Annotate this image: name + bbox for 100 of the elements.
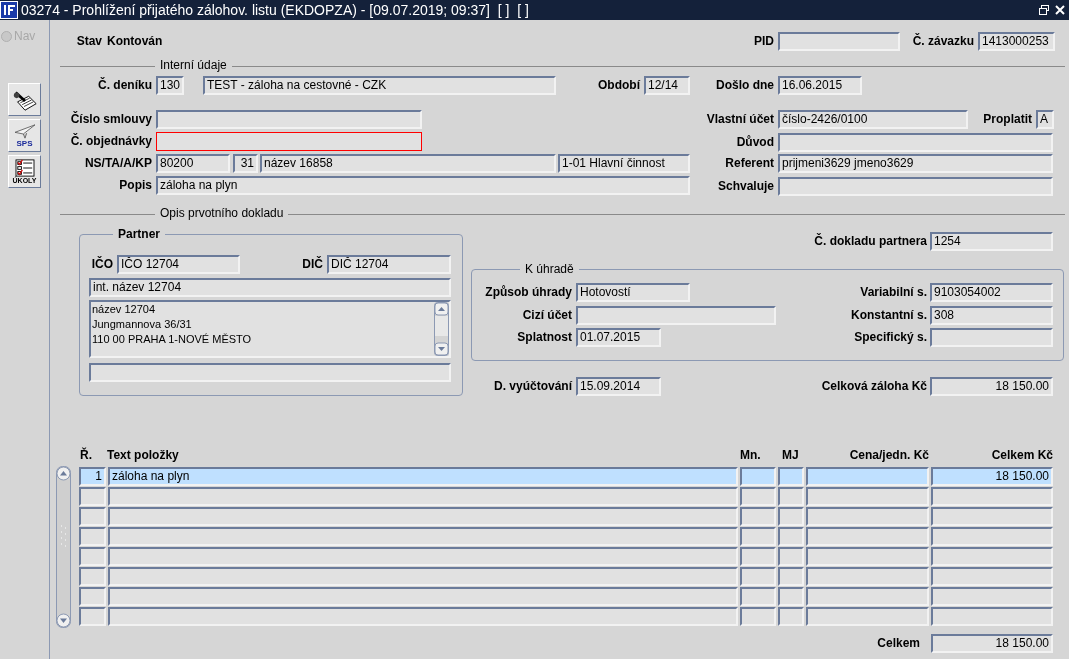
input-field[interactable] — [778, 32, 900, 51]
table-cell[interactable] — [108, 527, 738, 546]
table-cell[interactable] — [806, 467, 929, 486]
input-field[interactable] — [576, 306, 776, 325]
table-cell[interactable] — [931, 607, 1053, 626]
input-field[interactable]: číslo-2426/0100 — [778, 110, 968, 129]
input-field[interactable] — [778, 133, 1053, 152]
input-field[interactable]: 9103054002 — [930, 283, 1053, 302]
table-cell[interactable] — [778, 527, 804, 546]
input-field[interactable]: DIČ 12704 — [327, 255, 451, 274]
table-cell[interactable] — [740, 567, 776, 586]
input-field[interactable]: název 16858 — [260, 154, 556, 173]
table-cell[interactable] — [79, 587, 106, 606]
field-label: Došlo dne — [716, 77, 774, 94]
table-cell[interactable] — [778, 547, 804, 566]
input-field[interactable]: prijmeni3629 jmeno3629 — [778, 154, 1053, 173]
table-cell[interactable] — [740, 587, 776, 606]
table-cell[interactable] — [108, 567, 738, 586]
input-field[interactable]: 12/14 — [644, 76, 690, 95]
table-cell[interactable] — [806, 507, 929, 526]
address-field[interactable]: název 12704 Jungmannova 36/31 110 00 PRAHA 1-NOVÉ MĚSTO — [89, 300, 451, 358]
input-field[interactable] — [89, 363, 451, 382]
table-cell[interactable] — [931, 487, 1053, 506]
restore-icon[interactable] — [1038, 4, 1050, 16]
table-cell[interactable] — [740, 527, 776, 546]
table-cell[interactable] — [806, 487, 929, 506]
table-cell[interactable] — [806, 527, 929, 546]
table-cell[interactable] — [79, 547, 106, 566]
input-field[interactable]: 80200 — [156, 154, 230, 173]
table-cell[interactable] — [806, 587, 929, 606]
input-field[interactable]: 16.06.2015 — [778, 76, 862, 95]
input-field[interactable] — [156, 132, 422, 151]
table-cell[interactable] — [108, 587, 738, 606]
table-cell[interactable] — [931, 547, 1053, 566]
input-field[interactable]: 1254 — [930, 232, 1053, 251]
table-cell[interactable] — [740, 547, 776, 566]
table-cell[interactable] — [931, 587, 1053, 606]
field-label: Vlastní účet — [706, 111, 774, 128]
input-field[interactable]: 15.09.2014 — [576, 377, 661, 396]
table-cell[interactable] — [79, 607, 106, 626]
table-cell[interactable] — [108, 487, 738, 506]
close-icon[interactable] — [1054, 4, 1066, 16]
column-header: Text položky — [107, 447, 179, 463]
table-cell[interactable] — [79, 507, 106, 526]
scrollbar[interactable] — [56, 466, 71, 628]
input-field[interactable]: 1-01 Hlavní činnost — [558, 154, 690, 173]
input-field[interactable]: Hotovostí — [576, 283, 690, 302]
input-field[interactable]: 308 — [930, 306, 1053, 325]
table-cell[interactable]: záloha na plyn — [108, 467, 738, 486]
table-cell[interactable]: 1 — [79, 467, 106, 486]
input-field[interactable]: TEST - záloha na cestovné - CZK — [203, 76, 556, 95]
table-cell[interactable] — [740, 467, 776, 486]
table-cell[interactable] — [806, 607, 929, 626]
table-cell[interactable] — [108, 507, 738, 526]
table-cell[interactable] — [778, 587, 804, 606]
table-cell[interactable] — [740, 607, 776, 626]
table-cell[interactable] — [778, 467, 804, 486]
input-field[interactable]: IČO 12704 — [117, 255, 240, 274]
sps-button[interactable]: SPS — [8, 119, 41, 152]
input-field[interactable] — [156, 110, 422, 129]
table-cell[interactable] — [740, 487, 776, 506]
input-field[interactable]: záloha na plyn — [156, 176, 690, 195]
table-cell[interactable] — [806, 547, 929, 566]
section-title: Opis prvotního dokladu — [155, 206, 289, 220]
table-cell[interactable] — [740, 507, 776, 526]
column-header: Celkem Kč — [991, 447, 1053, 463]
status-value: Kontován — [107, 33, 163, 50]
scrollbar[interactable] — [434, 302, 449, 356]
table-cell[interactable] — [931, 527, 1053, 546]
table-cell[interactable] — [806, 567, 929, 586]
table-cell[interactable] — [778, 567, 804, 586]
table-cell[interactable] — [79, 567, 106, 586]
field-label: Stav — [76, 33, 102, 50]
field-label: Celková záloha Kč — [821, 378, 927, 395]
field-label: Schvaluje — [717, 178, 774, 195]
input-field[interactable] — [778, 177, 1053, 196]
input-field[interactable]: 31 — [233, 154, 258, 173]
table-cell[interactable] — [108, 607, 738, 626]
table-cell[interactable] — [931, 567, 1053, 586]
field-label: NS/TA/A/KP — [84, 155, 152, 172]
table-cell[interactable] — [778, 507, 804, 526]
input-field[interactable]: A — [1036, 110, 1054, 129]
input-field[interactable]: 18 150.00 — [930, 377, 1053, 396]
input-field[interactable]: 130 — [156, 76, 184, 95]
table-cell[interactable] — [108, 547, 738, 566]
input-field[interactable]: int. název 12704 — [89, 278, 451, 297]
input-field[interactable] — [930, 328, 1053, 347]
sign-document-button[interactable] — [8, 83, 41, 116]
table-cell[interactable] — [778, 607, 804, 626]
input-field[interactable]: 18 150.00 — [931, 634, 1053, 653]
input-field[interactable]: 1413000253 — [978, 32, 1055, 51]
field-label: Č. deníku — [98, 76, 152, 94]
table-cell[interactable] — [79, 527, 106, 546]
table-cell[interactable] — [931, 507, 1053, 526]
table-cell[interactable]: 18 150.00 — [931, 467, 1053, 486]
table-cell[interactable] — [79, 487, 106, 506]
column-header: Mn. — [740, 447, 761, 463]
section-title: Partner — [113, 227, 166, 241]
table-cell[interactable] — [778, 487, 804, 506]
input-field[interactable]: 01.07.2015 — [576, 328, 661, 347]
